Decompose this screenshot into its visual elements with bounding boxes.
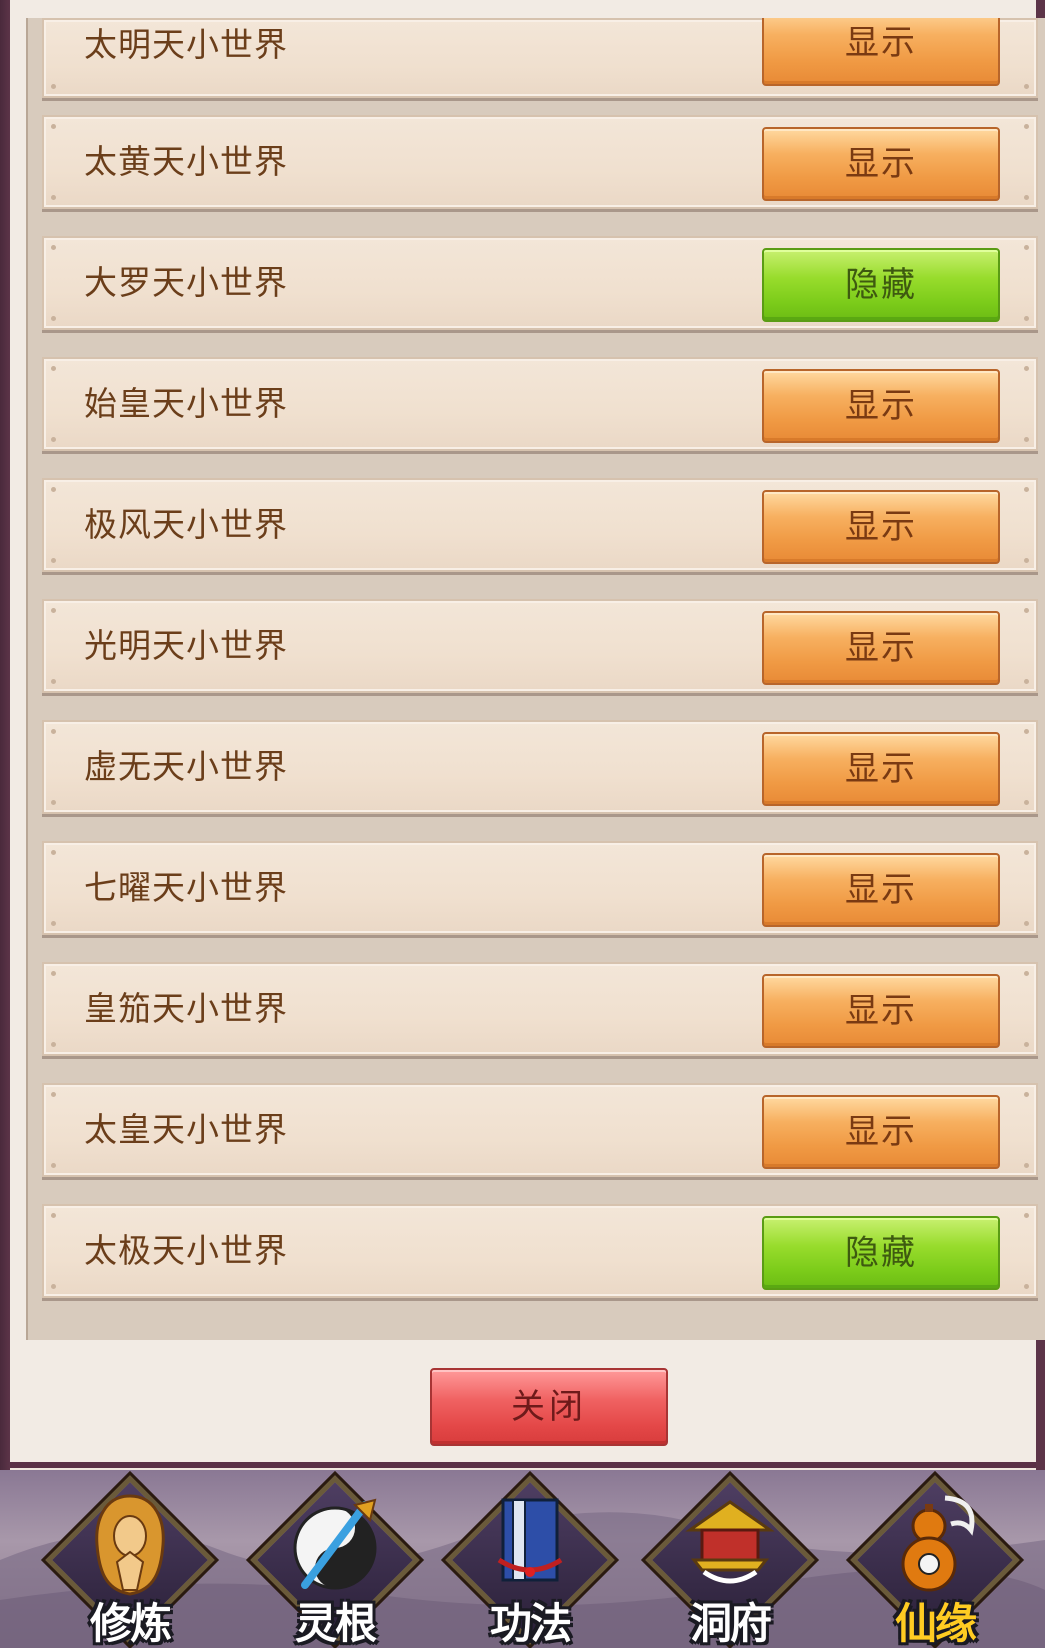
toggle-visibility-button[interactable]: 显示 xyxy=(762,490,1000,564)
list-item: 七曜天小世界 显示 xyxy=(42,841,1038,935)
world-name: 光明天小世界 xyxy=(84,626,288,665)
nav-label: 修炼 xyxy=(89,1599,172,1648)
nav-item-technique[interactable]: 功法 xyxy=(445,1475,615,1648)
toggle-visibility-button[interactable]: 显示 xyxy=(762,732,1000,806)
nav-item-cultivation[interactable]: 修炼 xyxy=(45,1475,215,1648)
nav-item-immortal-fate[interactable]: 仙缘 xyxy=(850,1475,1020,1648)
cave-dwelling-icon xyxy=(680,1490,780,1600)
world-name: 七曜天小世界 xyxy=(84,868,288,907)
world-list[interactable]: 太明天小世界 显示 太黄天小世界 显示 大罗天小世界 隐藏 始皇天小世界 显示 … xyxy=(26,18,1045,1340)
list-item: 太皇天小世界 显示 xyxy=(42,1083,1038,1177)
spirit-root-icon xyxy=(285,1490,385,1600)
list-item: 始皇天小世界 显示 xyxy=(42,357,1038,451)
close-button[interactable]: 关闭 xyxy=(430,1368,668,1446)
bottom-nav: 修炼 灵根 功法 洞府 仙缘 xyxy=(0,1470,1045,1648)
toggle-visibility-button[interactable]: 显示 xyxy=(762,369,1000,443)
list-item: 皇笳天小世界 显示 xyxy=(42,962,1038,1056)
world-name: 始皇天小世界 xyxy=(84,384,288,423)
gourd-icon xyxy=(885,1490,985,1600)
world-name: 虚无天小世界 xyxy=(84,747,288,786)
nav-item-cave-dwelling[interactable]: 洞府 xyxy=(645,1475,815,1648)
world-name: 大罗天小世界 xyxy=(84,263,288,302)
world-name: 皇笳天小世界 xyxy=(84,989,288,1028)
toggle-visibility-button[interactable]: 显示 xyxy=(762,127,1000,201)
world-name: 太皇天小世界 xyxy=(84,1110,288,1149)
toggle-visibility-button[interactable]: 显示 xyxy=(762,974,1000,1048)
world-name: 极风天小世界 xyxy=(84,505,288,544)
world-visibility-dialog: 太明天小世界 显示 太黄天小世界 显示 大罗天小世界 隐藏 始皇天小世界 显示 … xyxy=(10,0,1045,1468)
technique-book-icon xyxy=(480,1490,580,1600)
nav-label: 功法 xyxy=(489,1599,572,1648)
list-item: 虚无天小世界 显示 xyxy=(42,720,1038,814)
toggle-visibility-button[interactable]: 隐藏 xyxy=(762,1216,1000,1290)
world-name: 太极天小世界 xyxy=(84,1231,288,1270)
world-name: 太明天小世界 xyxy=(84,25,288,64)
toggle-visibility-button[interactable]: 显示 xyxy=(762,611,1000,685)
list-item: 太极天小世界 隐藏 xyxy=(42,1204,1038,1298)
list-item: 太黄天小世界 显示 xyxy=(42,115,1038,209)
list-item: 大罗天小世界 隐藏 xyxy=(42,236,1038,330)
list-item: 极风天小世界 显示 xyxy=(42,478,1038,572)
nav-label: 仙缘 xyxy=(894,1599,977,1648)
list-item: 太明天小世界 显示 xyxy=(42,18,1038,98)
toggle-visibility-button[interactable]: 显示 xyxy=(762,18,1000,86)
toggle-visibility-button[interactable]: 显示 xyxy=(762,853,1000,927)
toggle-visibility-button[interactable]: 隐藏 xyxy=(762,248,1000,322)
list-item: 光明天小世界 显示 xyxy=(42,599,1038,693)
nav-item-spirit-root[interactable]: 灵根 xyxy=(250,1475,420,1648)
cultivation-icon xyxy=(80,1490,180,1600)
world-name: 太黄天小世界 xyxy=(84,142,288,181)
toggle-visibility-button[interactable]: 显示 xyxy=(762,1095,1000,1169)
nav-label: 灵根 xyxy=(294,1599,377,1648)
nav-label: 洞府 xyxy=(689,1599,772,1648)
